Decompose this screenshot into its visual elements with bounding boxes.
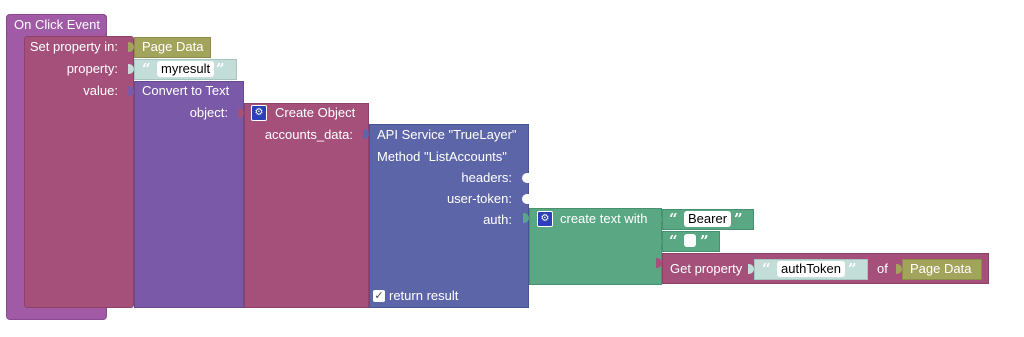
gear-icon[interactable]: ⚙ (537, 211, 553, 227)
api-method-label: Method "ListAccounts" (377, 149, 507, 164)
headers-label: headers: (461, 170, 512, 185)
property-label: property: (66, 61, 118, 76)
headers-input-socket[interactable] (522, 173, 529, 183)
quote-open-icon: “ (669, 210, 678, 228)
quote-close-icon: ” (700, 232, 709, 250)
gear-icon[interactable]: ⚙ (251, 105, 267, 121)
page-data-label: Page Data (910, 261, 972, 276)
auth-token-field[interactable]: authToken (777, 261, 845, 277)
quote-close-icon: ” (734, 210, 743, 228)
api-service-title: API Service "TrueLayer" (377, 127, 517, 142)
auth-label: auth: (483, 212, 512, 227)
create-text-title: create text with (560, 211, 648, 226)
text-part-1-field[interactable]: Bearer (684, 211, 732, 227)
accounts-data-label: accounts_data: (264, 127, 353, 142)
quote-close-icon: ” (216, 60, 225, 78)
property-value-field[interactable]: myresult (157, 61, 215, 77)
set-property-in-label: Set property in: (29, 39, 118, 54)
quote-open-icon: “ (669, 232, 678, 250)
return-result-checkbox[interactable]: ✓ (373, 290, 385, 302)
value-label: value: (83, 83, 118, 98)
convert-title: Convert to Text (142, 83, 230, 98)
user-token-input-socket[interactable] (522, 194, 529, 204)
quote-close-icon: ” (848, 260, 857, 278)
page-data-label: Page Data (142, 39, 204, 54)
user-token-label: user-token: (446, 191, 512, 206)
object-label: object: (189, 105, 228, 120)
quote-open-icon: “ (142, 60, 151, 78)
quote-open-icon: “ (762, 260, 771, 278)
get-property-title: Get property (670, 261, 743, 276)
event-title: On Click Event (14, 17, 100, 32)
of-label: of (877, 261, 888, 276)
create-object-title: Create Object (275, 105, 356, 120)
text-part-2-field[interactable] (684, 234, 696, 247)
return-result-label: return result (389, 288, 459, 303)
